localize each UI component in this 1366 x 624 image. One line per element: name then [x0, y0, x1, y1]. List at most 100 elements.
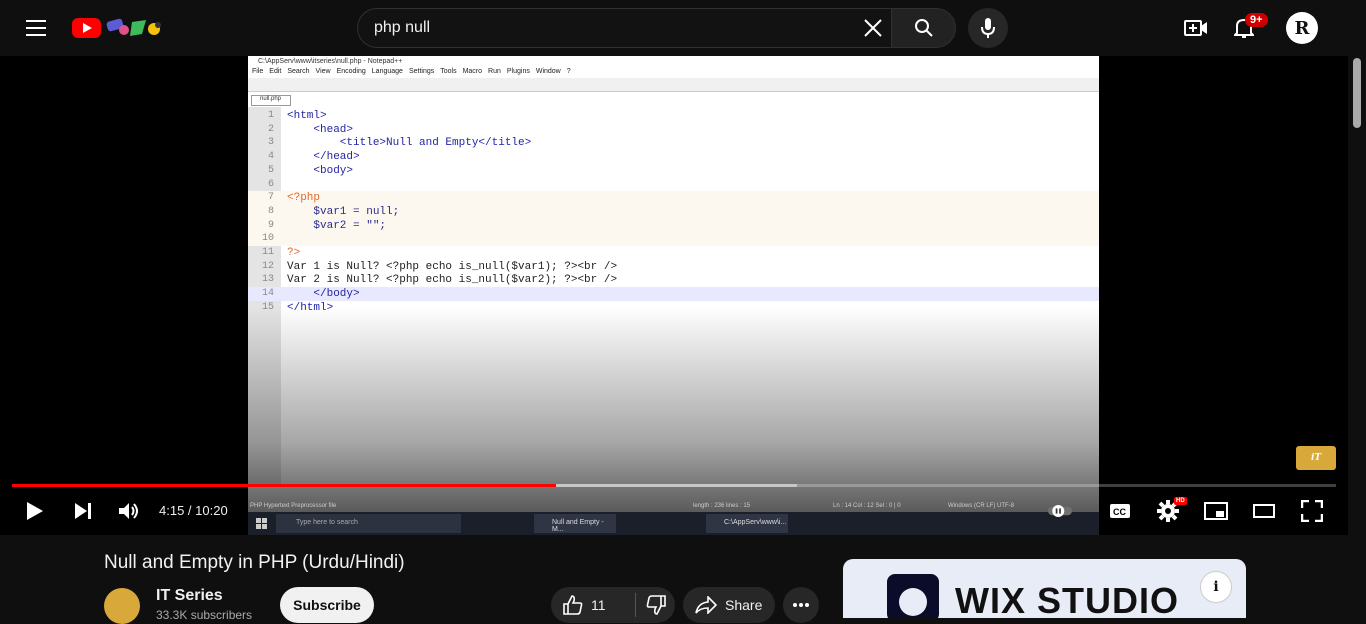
editor-menu-item: File — [252, 68, 264, 75]
thumbs-up-icon — [563, 595, 583, 615]
code-line: 1 <html> — [248, 109, 1099, 123]
next-button[interactable] — [68, 496, 98, 526]
fullscreen-icon — [1301, 500, 1323, 522]
play-button[interactable] — [20, 496, 50, 526]
ad-brand: WIX STUDIO — [955, 580, 1179, 618]
code-line: 3 <title>Null and Empty</title> — [248, 136, 1099, 150]
channel-name[interactable]: IT Series — [156, 587, 223, 605]
search-button[interactable] — [892, 8, 956, 48]
line-code: Var 2 is Null? <?php echo is_null($var2)… — [287, 274, 618, 287]
autoplay-toggle[interactable] — [1048, 496, 1072, 526]
editor-menu-item: Language — [371, 68, 403, 75]
editor-menu-item: Macro — [462, 68, 483, 75]
miniplayer-icon — [1204, 502, 1228, 520]
taskbar-notepad: C:\AppServ\www\i... — [706, 514, 788, 533]
search-input[interactable]: php null — [374, 19, 430, 37]
more-horizontal-icon — [793, 603, 809, 607]
taskbar-firefox: Null and Empty - M... — [534, 514, 616, 533]
code-line: 6 — [248, 178, 1099, 192]
share-icon — [695, 596, 717, 614]
volume-button[interactable] — [114, 496, 144, 526]
thumbs-down-icon — [646, 595, 666, 615]
time-display: 4:15 / 10:20 — [159, 503, 228, 518]
line-number: 2 — [267, 123, 274, 135]
editor-menu-item: ? — [566, 68, 571, 75]
status-encoding: Windows (CR LF) UTF-8 — [948, 503, 1015, 509]
status-length: length : 236 lines : 15 — [693, 503, 751, 509]
video-player[interactable]: C:\AppServ\www\itseries\null.php - Notep… — [0, 56, 1348, 535]
captions-button[interactable]: CC — [1106, 496, 1134, 526]
windows-taskbar: Type here to search Null and Empty - M..… — [248, 512, 1099, 535]
line-code: <title>Null and Empty</title> — [287, 137, 532, 150]
volume-icon — [119, 503, 138, 519]
line-number: 14 — [261, 288, 274, 300]
status-position: Ln : 14 Col : 12 Sel : 0 | 0 — [833, 503, 901, 509]
line-number: 6 — [267, 178, 274, 190]
ad-info-icon[interactable]: i — [1200, 571, 1232, 603]
duration: 10:20 — [195, 503, 228, 518]
line-number: 11 — [261, 247, 274, 258]
editor-toolbar — [248, 78, 1099, 92]
search-box[interactable]: php null — [357, 8, 892, 48]
taskbar-search: Type here to search — [276, 514, 461, 533]
editor-menu-item: Edit — [269, 68, 282, 75]
video-frame-notepad: C:\AppServ\www\itseries\null.php - Notep… — [248, 56, 1099, 535]
line-number: 12 — [261, 260, 274, 272]
editor-menu-item: Encoding — [336, 68, 366, 75]
editor-menu-item: Tools — [440, 68, 457, 75]
editor-menu-item: Search — [287, 68, 310, 75]
watch-metadata: Null and Empty in PHP (Urdu/Hindi) IT Se… — [0, 535, 1348, 624]
account-avatar[interactable]: R — [1286, 12, 1318, 44]
page-scrollbar[interactable] — [1348, 0, 1366, 618]
line-code: <html> — [287, 110, 327, 122]
line-number: 10 — [261, 233, 274, 245]
line-code: <head> — [287, 123, 354, 136]
line-number: 5 — [267, 164, 274, 176]
video-title: Null and Empty in PHP (Urdu/Hindi) — [104, 552, 405, 573]
line-number: 9 — [267, 219, 274, 231]
subscriber-count: 33.3K subscribers — [156, 608, 253, 622]
code-line: 8 $var1 = null; — [248, 204, 1099, 219]
current-time: 4:15 — [159, 503, 185, 518]
masthead: php null 9+ R — [0, 0, 1366, 56]
line-number: 3 — [267, 137, 274, 149]
scrollbar-thumb[interactable] — [1353, 58, 1361, 128]
theater-mode-button[interactable] — [1250, 496, 1278, 526]
notifications-badge: 9+ — [1245, 13, 1268, 27]
line-code: </head> — [287, 151, 360, 164]
line-code: $var2 = ""; — [287, 219, 387, 232]
line-number: 13 — [261, 274, 274, 286]
line-code: $var1 = null; — [287, 205, 400, 218]
autoplay-icon — [1048, 505, 1072, 517]
share-label: Share — [725, 597, 763, 613]
code-line: 4 </head> — [248, 150, 1099, 164]
youtube-logo[interactable] — [72, 14, 168, 42]
svg-text:CC: CC — [1113, 507, 1126, 517]
line-code: <body> — [287, 164, 354, 177]
code-line: 12 Var 1 is Null? <?php echo is_null($var… — [248, 260, 1099, 274]
line-number: 1 — [267, 110, 274, 121]
voice-search-button[interactable] — [968, 8, 1008, 48]
channel-avatar[interactable] — [104, 588, 140, 624]
create-icon[interactable] — [1180, 12, 1212, 44]
clear-search-icon[interactable] — [862, 17, 884, 39]
fullscreen-button[interactable] — [1298, 496, 1326, 526]
progress-bar[interactable] — [12, 484, 1336, 487]
line-number: 8 — [267, 205, 274, 217]
editor-tab: null.php — [251, 95, 291, 106]
search-icon — [914, 19, 933, 37]
line-number: 4 — [267, 151, 274, 163]
next-icon — [75, 503, 91, 519]
channel-watermark[interactable]: iT — [1296, 446, 1336, 470]
hd-badge: HD — [1174, 497, 1187, 505]
menu-icon[interactable] — [20, 12, 52, 44]
code-line: 14 </body> — [248, 287, 1099, 302]
editor-menu-item: View — [315, 68, 331, 75]
editor-menu-item: Plugins — [506, 68, 530, 75]
sponsored-ad[interactable]: WIX STUDIO i — [843, 559, 1246, 618]
code-line: 13 Var 2 is Null? <?php echo is_null($var… — [248, 273, 1099, 287]
status-filetype: PHP Hypertext Preprocessor file — [250, 503, 337, 509]
miniplayer-button[interactable] — [1202, 496, 1230, 526]
editor-window-title: C:\AppServ\www\itseries\null.php - Notep… — [248, 56, 1099, 68]
line-number: 7 — [267, 192, 274, 204]
